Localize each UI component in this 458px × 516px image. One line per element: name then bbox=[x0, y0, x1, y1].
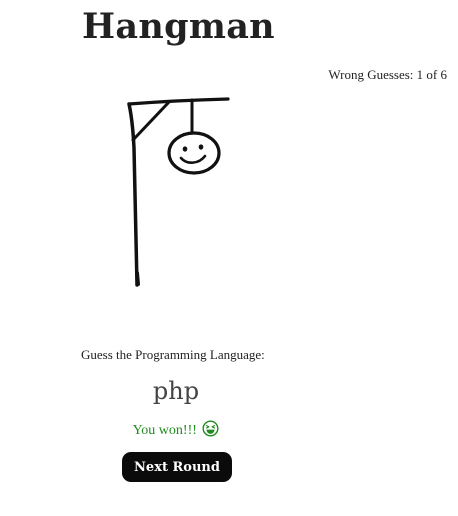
gallows-brace bbox=[131, 100, 171, 142]
result-message: You won!!! bbox=[132, 423, 197, 438]
gallows-frame bbox=[127, 97, 230, 287]
hangman-head bbox=[167, 131, 221, 175]
gallows-post bbox=[127, 102, 139, 287]
gallows-beam bbox=[127, 97, 230, 106]
gallows-base-tip bbox=[135, 271, 140, 286]
guessed-word: php bbox=[152, 377, 200, 405]
grinning-squint-face-icon bbox=[202, 420, 219, 442]
wrong-guesses-counter: Wrong Guesses: 1 of 6 bbox=[328, 67, 447, 82]
puzzle-prompt: Guess the Programming Language: bbox=[81, 347, 265, 362]
result-message-row: You won!!! bbox=[0, 420, 352, 442]
next-round-button[interactable]: Next Round bbox=[122, 452, 232, 482]
game-title: Hangman bbox=[82, 6, 275, 47]
hangman-drawing bbox=[127, 97, 230, 287]
